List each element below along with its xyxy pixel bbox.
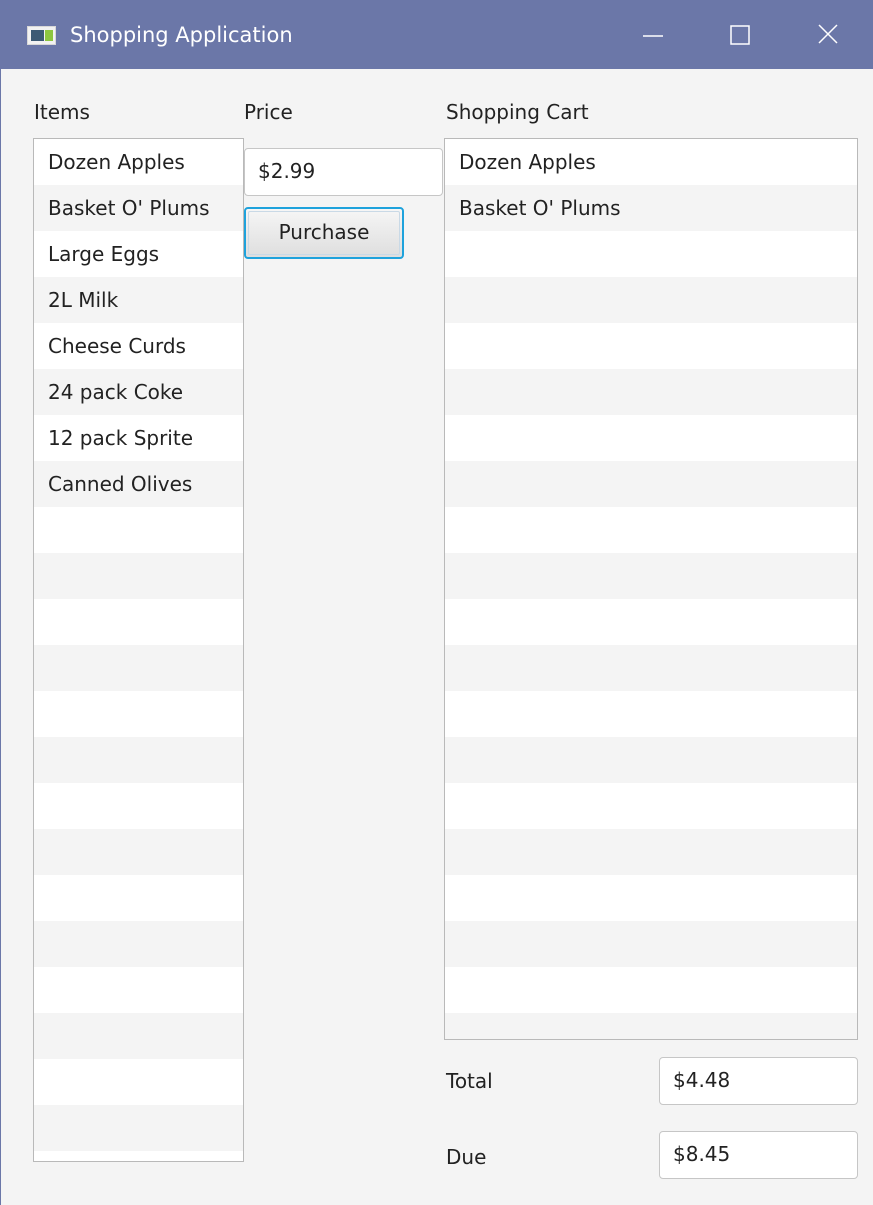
empty-list-row (445, 599, 857, 645)
empty-list-row (445, 1013, 857, 1039)
empty-list-row (445, 415, 857, 461)
close-button[interactable] (793, 0, 863, 69)
empty-list-row (34, 1013, 243, 1059)
empty-list-row (34, 691, 243, 737)
due-field[interactable]: $8.45 (659, 1131, 858, 1179)
maximize-button[interactable] (705, 0, 775, 69)
items-label: Items (34, 100, 90, 124)
empty-list-row (445, 829, 857, 875)
window-title: Shopping Application (70, 23, 293, 47)
close-icon (818, 24, 838, 44)
maximize-icon (730, 25, 750, 45)
list-item[interactable]: Cheese Curds (34, 323, 243, 369)
list-item[interactable]: Large Eggs (34, 231, 243, 277)
empty-list-row (34, 921, 243, 967)
empty-list-row (445, 507, 857, 553)
list-item[interactable]: 12 pack Sprite (34, 415, 243, 461)
due-label: Due (446, 1145, 487, 1169)
empty-list-row (445, 737, 857, 783)
list-item[interactable]: Dozen Apples (445, 139, 857, 185)
empty-list-row (34, 1151, 243, 1161)
list-item[interactable]: 2L Milk (34, 277, 243, 323)
empty-list-row (445, 461, 857, 507)
list-item[interactable]: Basket O' Plums (445, 185, 857, 231)
empty-list-row (445, 875, 857, 921)
empty-list-row (34, 829, 243, 875)
empty-list-row (34, 1105, 243, 1151)
empty-list-row (445, 277, 857, 323)
empty-list-row (445, 231, 857, 277)
title-bar[interactable]: Shopping Application (0, 0, 873, 69)
empty-list-row (445, 921, 857, 967)
empty-list-row (34, 875, 243, 921)
empty-list-row (445, 553, 857, 599)
price-field[interactable]: $2.99 (244, 148, 443, 196)
empty-list-row (34, 1059, 243, 1105)
list-item[interactable]: Dozen Apples (34, 139, 243, 185)
list-item[interactable]: Basket O' Plums (34, 185, 243, 231)
empty-list-row (34, 507, 243, 553)
empty-list-row (34, 737, 243, 783)
items-list[interactable]: Dozen Apples Basket O' Plums Large Eggs … (33, 138, 244, 1162)
empty-list-row (34, 645, 243, 691)
list-item[interactable]: Canned Olives (34, 461, 243, 507)
window-frame (0, 69, 1, 1205)
empty-list-row (445, 369, 857, 415)
minimize-icon (643, 35, 663, 37)
minimize-button[interactable] (616, 0, 686, 69)
empty-list-row (34, 599, 243, 645)
app-icon (27, 26, 56, 45)
empty-list-row (34, 967, 243, 1013)
empty-list-row (445, 783, 857, 829)
shopping-cart-list[interactable]: Dozen Apples Basket O' Plums (444, 138, 858, 1040)
shopping-cart-label: Shopping Cart (446, 100, 589, 124)
empty-list-row (34, 783, 243, 829)
list-item[interactable]: 24 pack Coke (34, 369, 243, 415)
empty-list-row (34, 553, 243, 599)
total-label: Total (446, 1069, 493, 1093)
empty-list-row (445, 691, 857, 737)
purchase-button-label: Purchase (278, 220, 370, 244)
total-field[interactable]: $4.48 (659, 1057, 858, 1105)
price-label: Price (244, 100, 293, 124)
empty-list-row (445, 323, 857, 369)
purchase-button[interactable]: Purchase (244, 207, 404, 259)
empty-list-row (445, 645, 857, 691)
empty-list-row (445, 967, 857, 1013)
